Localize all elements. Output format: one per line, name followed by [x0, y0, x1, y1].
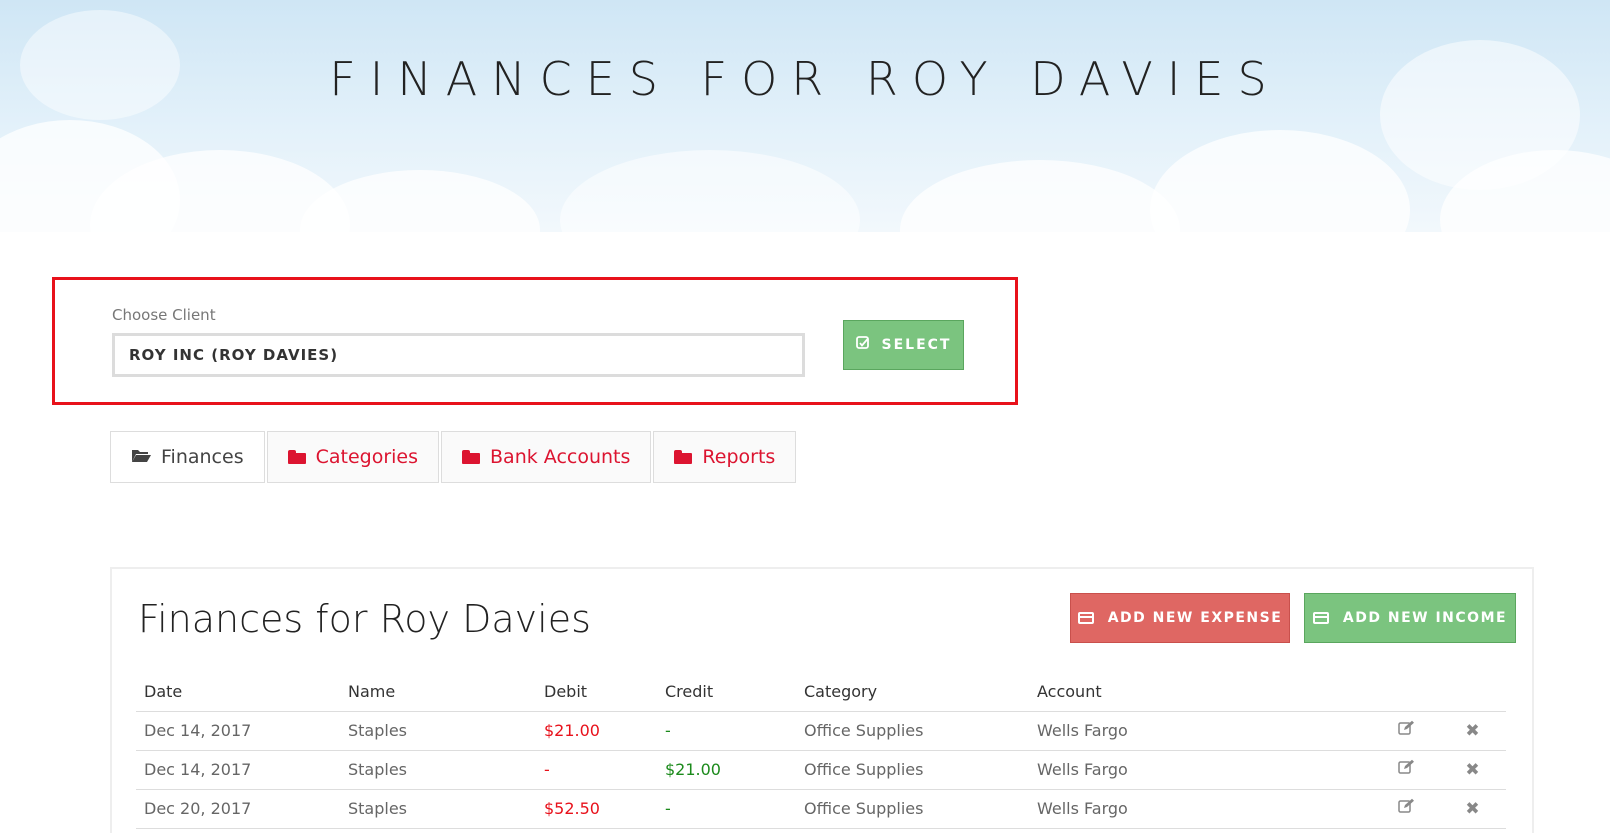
- table-row: Dec 14, 2017 Staples $21.00 - Office Sup…: [136, 711, 1506, 751]
- page-title: FINANCES FOR ROY DAVIES: [329, 52, 1281, 106]
- column-header-name: Name: [340, 673, 536, 712]
- cell-account: Wells Fargo: [1029, 711, 1374, 751]
- cell-category: Office Supplies: [796, 750, 1029, 790]
- choose-client-label: Choose Client: [112, 306, 216, 324]
- cell-date: Dec 14, 2017: [136, 750, 340, 790]
- check-square-icon: [855, 336, 870, 354]
- cell-name: Staples: [340, 711, 536, 751]
- folder-icon: [462, 450, 481, 464]
- tab-reports[interactable]: Reports: [653, 431, 797, 483]
- column-header-date: Date: [136, 673, 340, 712]
- cell-date: Dec 14, 2017: [136, 711, 340, 751]
- tab-label: Finances: [161, 446, 244, 468]
- add-income-button[interactable]: ADD NEW INCOME: [1304, 593, 1516, 643]
- select-button-label: SELECT: [881, 337, 952, 353]
- add-income-label: ADD NEW INCOME: [1342, 610, 1508, 626]
- cell-date: Dec 20, 2017: [136, 789, 340, 829]
- client-picker: Choose Client ROY INC (ROY DAVIES) SELEC…: [52, 277, 1018, 405]
- cell-account: Wells Fargo: [1029, 750, 1374, 790]
- tab-categories[interactable]: Categories: [266, 431, 440, 483]
- column-header-category: Category: [796, 673, 1029, 712]
- cell-category: Office Supplies: [796, 789, 1029, 829]
- client-select[interactable]: ROY INC (ROY DAVIES): [112, 333, 805, 377]
- finances-panel: Finances for Roy Davies ADD NEW EXPENSE …: [110, 567, 1534, 833]
- folder-open-icon: [131, 446, 151, 468]
- cell-debit: $52.50: [536, 789, 657, 829]
- tab-bank-accounts[interactable]: Bank Accounts: [441, 431, 652, 483]
- tab-label: Categories: [315, 446, 419, 468]
- cell-debit: $21.00: [536, 711, 657, 751]
- cell-credit: -: [657, 711, 796, 751]
- column-header-delete: [1439, 673, 1506, 712]
- folder-icon: [674, 450, 693, 464]
- cell-debit: -: [536, 750, 657, 790]
- table-row: Dec 14, 2017 Staples - $21.00 Office Sup…: [136, 750, 1506, 790]
- close-icon[interactable]: ✖: [1439, 789, 1506, 829]
- tab-label: Reports: [702, 446, 776, 468]
- cell-category: Office Supplies: [796, 711, 1029, 751]
- column-header-edit: [1374, 673, 1439, 712]
- table-row: Dec 20, 2017 Staples $52.50 - Office Sup…: [136, 789, 1506, 829]
- column-header-credit: Credit: [657, 673, 796, 712]
- hero-banner: FINANCES FOR ROY DAVIES: [0, 0, 1610, 232]
- tab-label: Bank Accounts: [490, 446, 631, 468]
- edit-icon[interactable]: [1374, 789, 1439, 829]
- tab-finances[interactable]: Finances: [110, 431, 265, 483]
- cell-credit: -: [657, 789, 796, 829]
- close-icon[interactable]: ✖: [1439, 711, 1506, 751]
- credit-card-icon: [1312, 612, 1329, 624]
- close-icon[interactable]: ✖: [1439, 750, 1506, 790]
- edit-icon[interactable]: [1374, 711, 1439, 751]
- cell-credit: $21.00: [657, 750, 796, 790]
- column-header-account: Account: [1029, 673, 1374, 712]
- column-header-debit: Debit: [536, 673, 657, 712]
- table-header-row: Date Name Debit Credit Category Account: [136, 673, 1506, 712]
- add-expense-label: ADD NEW EXPENSE: [1107, 610, 1283, 626]
- add-expense-button[interactable]: ADD NEW EXPENSE: [1070, 593, 1290, 643]
- panel-title: Finances for Roy Davies: [138, 597, 591, 641]
- cell-name: Staples: [340, 750, 536, 790]
- cell-name: Staples: [340, 789, 536, 829]
- finances-table: Date Name Debit Credit Category Account …: [136, 673, 1506, 829]
- folder-icon: [287, 450, 306, 464]
- cell-account: Wells Fargo: [1029, 789, 1374, 829]
- tab-bar: Finances Categories Bank Accounts Report…: [110, 431, 798, 483]
- edit-icon[interactable]: [1374, 750, 1439, 790]
- select-button[interactable]: SELECT: [843, 320, 964, 370]
- credit-card-icon: [1077, 612, 1094, 624]
